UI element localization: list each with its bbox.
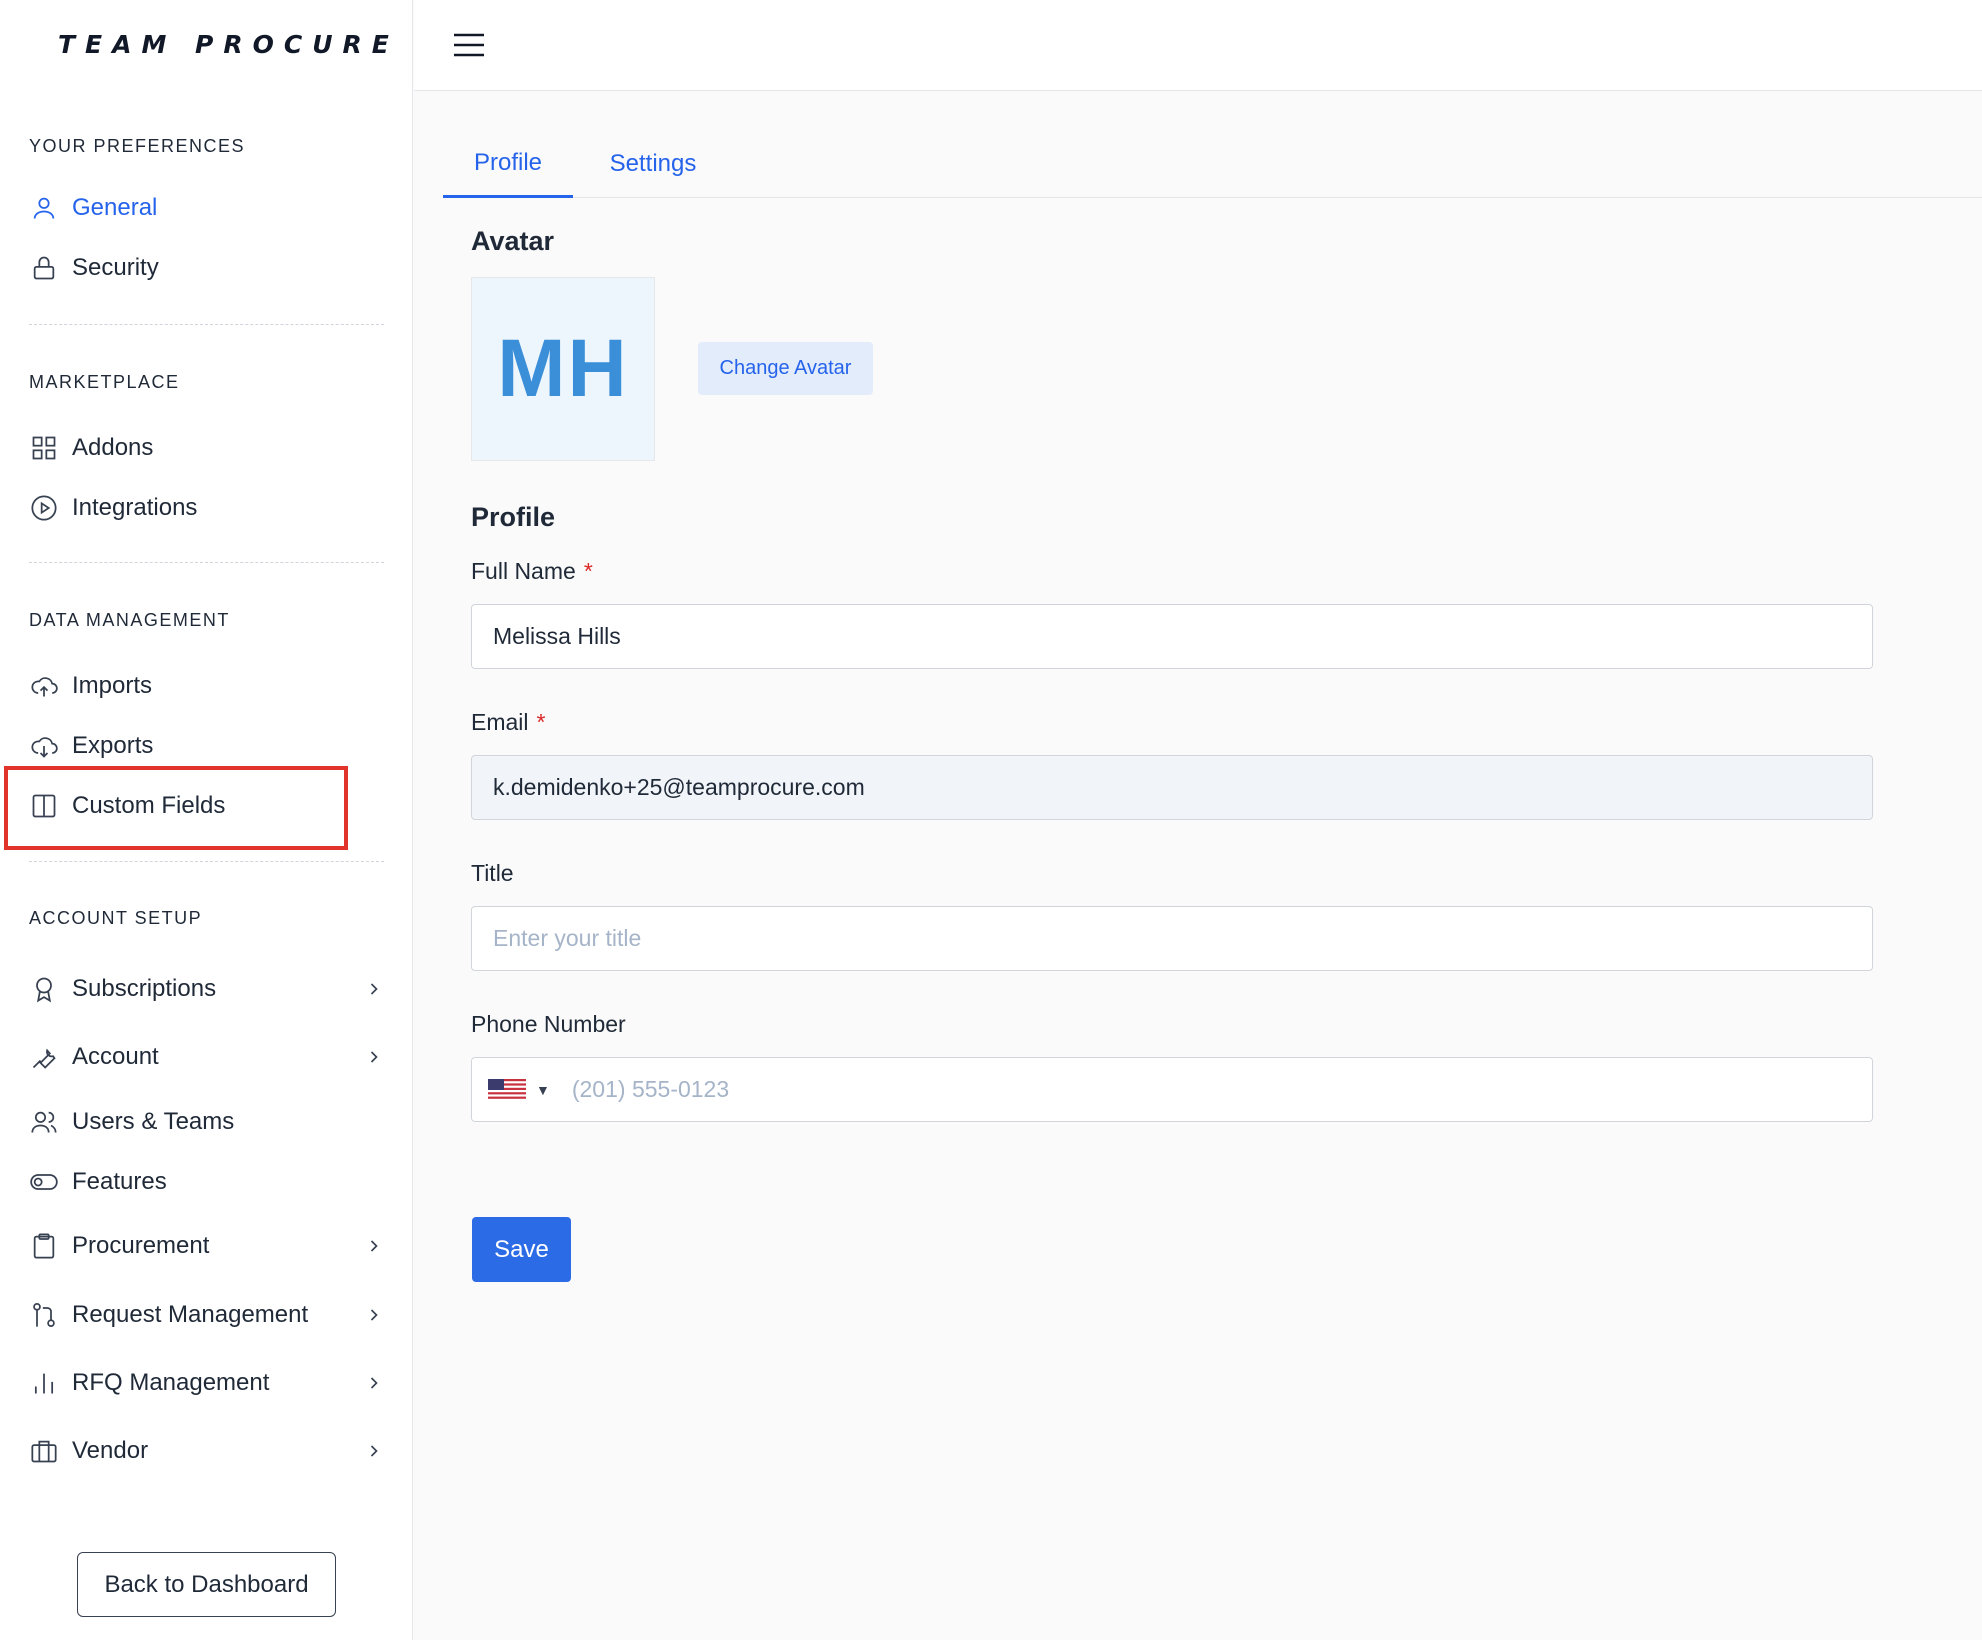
section-label-account-setup: ACCOUNT SETUP — [29, 908, 203, 928]
chevron-right-icon[interactable] — [364, 1236, 384, 1256]
sidebar: TEAM PROCURE YOUR PREFERENCES General Se… — [0, 0, 413, 1640]
clipboard-icon — [29, 1231, 59, 1261]
team-procure-logo[interactable]: TEAM PROCURE — [58, 30, 399, 59]
sidebar-item-features[interactable]: Features — [29, 1160, 384, 1204]
sidebar-item-security[interactable]: Security — [29, 246, 384, 290]
divider — [29, 562, 384, 563]
phone-number-input[interactable]: ▼ (201) 555-0123 — [471, 1057, 1873, 1122]
chevron-right-icon[interactable] — [364, 1441, 384, 1461]
chevron-right-icon[interactable] — [364, 979, 384, 999]
required-marker: * — [583, 558, 593, 584]
phone-number-label: Phone Number — [471, 1011, 626, 1037]
sidebar-item-label: Account — [72, 1043, 159, 1070]
tab-profile[interactable]: Profile — [443, 130, 573, 198]
avatar-heading: Avatar — [471, 226, 555, 256]
divider — [29, 861, 384, 862]
sidebar-item-label: Users & Teams — [72, 1108, 235, 1135]
sidebar-item-vendor[interactable]: Vendor — [29, 1429, 384, 1473]
lock-icon — [29, 253, 59, 283]
email-label-text: Email — [471, 709, 529, 735]
email-label: Email * — [471, 709, 545, 736]
full-name-label-text: Full Name — [471, 558, 576, 584]
country-dropdown-caret-icon[interactable]: ▼ — [536, 1082, 550, 1098]
save-button[interactable]: Save — [472, 1217, 571, 1282]
play-circle-icon — [29, 493, 59, 523]
sidebar-item-label: Features — [72, 1168, 167, 1195]
sidebar-item-label: Request Management — [72, 1301, 309, 1328]
chevron-right-icon[interactable] — [364, 1047, 384, 1067]
back-to-dashboard-button[interactable]: Back to Dashboard — [77, 1552, 336, 1617]
award-icon — [29, 974, 59, 1004]
chevron-right-icon[interactable] — [364, 1373, 384, 1393]
full-name-value: Melissa Hills — [493, 623, 621, 649]
us-flag-icon[interactable] — [488, 1078, 526, 1101]
sidebar-item-label: General — [72, 194, 158, 221]
toggle-icon — [29, 1167, 59, 1197]
required-marker: * — [536, 709, 546, 735]
sidebar-item-label: Subscriptions — [72, 975, 217, 1002]
wrench-icon — [29, 1042, 59, 1072]
cloud-upload-icon — [29, 671, 59, 701]
email-input[interactable]: k.demidenko+25@teamprocure.com — [471, 755, 1873, 820]
sidebar-item-label: Addons — [72, 434, 154, 461]
change-avatar-button[interactable]: Change Avatar — [698, 342, 873, 395]
tab-settings[interactable]: Settings — [588, 130, 718, 198]
briefcase-icon — [29, 1436, 59, 1466]
divider — [29, 324, 384, 325]
sidebar-item-account[interactable]: Account — [29, 1035, 384, 1079]
sidebar-item-rfq-management[interactable]: RFQ Management — [29, 1361, 384, 1405]
chevron-right-icon[interactable] — [364, 1305, 384, 1325]
sidebar-item-label: Imports — [72, 672, 153, 699]
section-label-data-management: DATA MANAGEMENT — [29, 610, 230, 630]
sidebar-item-label: Security — [72, 254, 159, 281]
bar-chart-icon — [29, 1368, 59, 1398]
sidebar-item-imports[interactable]: Imports — [29, 664, 384, 708]
git-pull-request-icon — [29, 1300, 59, 1330]
sidebar-item-exports[interactable]: Exports — [29, 724, 384, 768]
full-name-input[interactable]: Melissa Hills — [471, 604, 1873, 669]
sidebar-item-addons[interactable]: Addons — [29, 426, 384, 470]
section-label-your-preferences: YOUR PREFERENCES — [29, 136, 246, 156]
section-label-marketplace: MARKETPLACE — [29, 372, 180, 392]
profile-tabs: Profile Settings — [443, 130, 1982, 198]
profile-heading: Profile — [471, 502, 556, 532]
top-bar — [414, 0, 1982, 91]
user-icon — [29, 193, 59, 223]
sidebar-item-procurement[interactable]: Procurement — [29, 1224, 384, 1268]
sidebar-item-request-management[interactable]: Request Management — [29, 1293, 384, 1337]
sidebar-item-label: Exports — [72, 732, 154, 759]
sidebar-item-integrations[interactable]: Integrations — [29, 486, 384, 530]
sidebar-item-users-teams[interactable]: Users & Teams — [29, 1100, 384, 1144]
sidebar-item-label: Vendor — [72, 1437, 149, 1464]
sidebar-item-general[interactable]: General — [29, 186, 384, 230]
highlight-box — [4, 766, 348, 850]
title-input[interactable]: Enter your title — [471, 906, 1873, 971]
title-placeholder: Enter your title — [493, 925, 642, 951]
cloud-download-icon — [29, 731, 59, 761]
hamburger-menu-icon[interactable] — [452, 30, 486, 60]
grid-icon — [29, 433, 59, 463]
sidebar-item-label: Procurement — [72, 1232, 210, 1259]
title-label: Title — [471, 860, 514, 886]
sidebar-item-subscriptions[interactable]: Subscriptions — [29, 967, 384, 1011]
phone-placeholder: (201) 555-0123 — [571, 1076, 730, 1102]
avatar: MH — [471, 277, 655, 461]
email-value: k.demidenko+25@teamprocure.com — [493, 774, 865, 800]
sidebar-item-label: RFQ Management — [72, 1369, 270, 1396]
sidebar-item-label: Integrations — [72, 494, 198, 521]
full-name-label: Full Name * — [471, 558, 593, 585]
users-icon — [29, 1107, 59, 1137]
